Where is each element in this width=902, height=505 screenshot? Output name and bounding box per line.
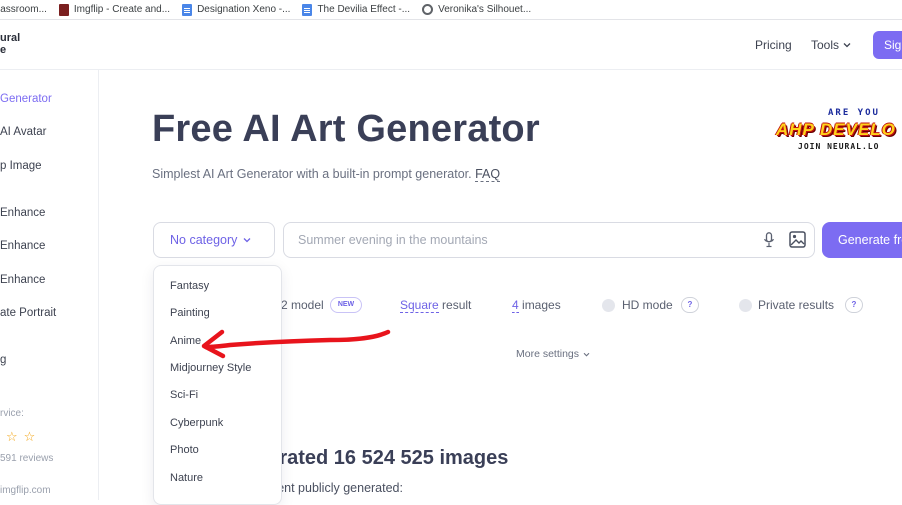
chevron-down-icon xyxy=(583,352,590,357)
subtitle-text: Simplest AI Art Generator with a built-i… xyxy=(152,167,472,181)
sidebar-item-enhance-2[interactable]: Enhance xyxy=(0,240,45,252)
dropdown-item-scifi[interactable]: Sci-Fi xyxy=(170,389,198,401)
dropdown-item-cyberpunk[interactable]: Cyberpunk xyxy=(170,417,223,429)
signup-button[interactable]: Sign up xyxy=(873,31,902,59)
new-badge: NEW xyxy=(330,297,362,313)
page-subtitle: Simplest AI Art Generator with a built-i… xyxy=(152,167,501,182)
site-header: ural e Pricing Tools Sign up xyxy=(0,20,902,70)
logo-line-1: ural xyxy=(0,32,21,44)
star-icon: ☆ xyxy=(23,429,36,444)
microphone-icon[interactable] xyxy=(764,232,774,248)
sidebar-item-image[interactable]: p Image xyxy=(0,160,42,172)
bookmark-label: Veronika's Silhouet... xyxy=(438,4,532,15)
promo-banner[interactable]: ARE YOU AHP DEVELO JOIN NEURAL.LO xyxy=(776,108,902,164)
doc-icon xyxy=(182,3,193,16)
bookmark-label: Designation Xeno -... xyxy=(197,4,291,15)
bookmark-label: The Devilia Effect -... xyxy=(317,4,411,15)
category-select-value: No category xyxy=(170,233,238,247)
more-settings-label: More settings xyxy=(516,348,580,360)
private-results-label: Private results xyxy=(758,298,835,312)
generate-button[interactable]: Generate free xyxy=(822,222,902,258)
bookmark-classroom[interactable]: lassroom... xyxy=(0,4,47,15)
sidebar: Generator AI Avatar p Image Enhance Enha… xyxy=(0,70,99,500)
service-label: rvice: xyxy=(0,408,24,419)
chevron-down-icon xyxy=(843,43,851,48)
sidebar-item-generator[interactable]: Generator xyxy=(0,93,52,105)
bookmarks-bar: lassroom... Imgflip - Create and... Desi… xyxy=(0,0,902,20)
result-option[interactable]: Square result xyxy=(400,298,472,313)
logo-line-2: e xyxy=(0,44,7,56)
category-select[interactable]: No category xyxy=(153,222,275,258)
sidebar-item-portrait[interactable]: ate Portrait xyxy=(0,307,56,319)
bookmark-imgflip[interactable]: Imgflip - Create and... xyxy=(58,3,171,16)
dropdown-item-painting[interactable]: Painting xyxy=(170,307,210,319)
page-title: Free AI Art Generator xyxy=(152,108,540,150)
images-suffix: images xyxy=(518,298,561,312)
private-results-help[interactable]: ? xyxy=(845,297,863,313)
bookmark-designation-xeno[interactable]: Designation Xeno -... xyxy=(182,3,291,16)
sidebar-item-enhance-1[interactable]: Enhance xyxy=(0,207,45,219)
star-icon: ☆ xyxy=(6,429,18,444)
dropdown-item-midjourney[interactable]: Midjourney Style xyxy=(170,362,251,374)
hd-mode-label: HD mode xyxy=(622,298,673,312)
dropdown-item-fantasy[interactable]: Fantasy xyxy=(170,280,209,292)
images-count-option[interactable]: 4 images xyxy=(512,298,561,313)
hd-mode-toggle[interactable] xyxy=(602,299,615,312)
nav-tools-label: Tools xyxy=(811,38,840,52)
prompt-input[interactable] xyxy=(284,223,744,257)
dropdown-item-anime[interactable]: Anime xyxy=(170,335,201,347)
generated-count-heading: nerated 16 524 525 images xyxy=(256,447,509,469)
model-option-label: 2 model xyxy=(281,298,324,312)
logo[interactable]: ural e xyxy=(0,32,20,56)
bookmark-veronika[interactable]: Veronika's Silhouet... xyxy=(422,4,531,15)
result-suffix: result xyxy=(438,298,472,312)
sidebar-item-ai-avatar[interactable]: AI Avatar xyxy=(0,126,46,138)
dropdown-item-photo[interactable]: Photo xyxy=(170,444,199,456)
sidebar-item-g[interactable]: g xyxy=(0,354,6,366)
doc-icon xyxy=(302,3,313,16)
category-dropdown: Fantasy Painting Anime Midjourney Style … xyxy=(153,265,282,505)
private-results-toggle[interactable] xyxy=(739,299,752,312)
prompt-field xyxy=(283,222,815,258)
dropdown-item-nature[interactable]: Nature xyxy=(170,472,203,484)
hd-mode-help[interactable]: ? xyxy=(681,297,699,313)
model-option[interactable]: 2 model xyxy=(281,298,324,312)
recent-generated-text: ecent publicly generated: xyxy=(264,481,403,495)
bookmark-devilia-effect[interactable]: The Devilia Effect -... xyxy=(302,3,411,16)
sidebar-item-enhance-3[interactable]: Enhance xyxy=(0,274,45,286)
images-count-value: 4 xyxy=(512,298,519,313)
result-size-value: Square xyxy=(400,298,439,313)
nav-pricing-link[interactable]: Pricing xyxy=(755,38,792,52)
chevron-down-icon xyxy=(243,238,251,243)
faq-link[interactable]: FAQ xyxy=(475,167,501,182)
image-upload-icon[interactable] xyxy=(789,231,806,248)
reviews-count: 591 reviews xyxy=(0,453,54,464)
banner-mid-text: AHP DEVELO xyxy=(776,120,896,139)
nav-tools-menu[interactable]: Tools xyxy=(811,38,851,52)
imgflip-watermark: imgflip.com xyxy=(0,485,51,496)
more-settings-toggle[interactable]: More settings xyxy=(516,348,590,360)
rating-stars: ☆ ☆ xyxy=(6,430,35,443)
bookmark-label: lassroom... xyxy=(0,4,47,15)
imgflip-icon xyxy=(58,3,69,16)
banner-top-text: ARE YOU xyxy=(828,108,880,118)
globe-icon xyxy=(422,4,434,15)
bookmark-label: Imgflip - Create and... xyxy=(73,4,171,15)
banner-bot-text: JOIN NEURAL.LO xyxy=(798,142,880,151)
